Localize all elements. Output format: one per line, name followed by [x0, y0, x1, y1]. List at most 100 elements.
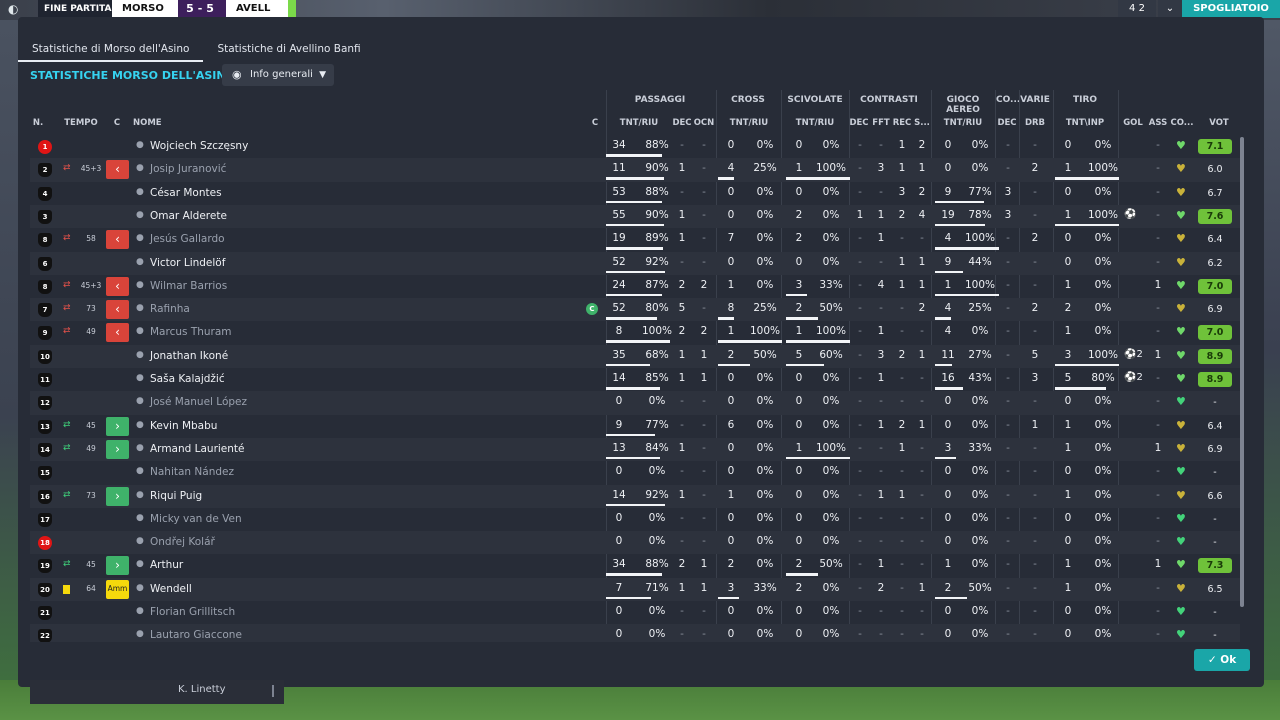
player-name[interactable]: Omar Alderete: [150, 210, 227, 222]
player-info-icon[interactable]: ●: [136, 187, 144, 197]
table-row[interactable]: 19 ⇄ 45 › ● Arthur 34 88% 2 1 2 0% 2 50% - 1 - - 1 0% - - 1 0% 1…: [30, 554, 1240, 577]
table-row[interactable]: 7 ⇄ 73 ‹ ● Rafinha C 52 80% 5 - 8 25% 2 50% - - - 2 4 25% - 2 2…: [30, 298, 1240, 322]
table-row[interactable]: 8 ⇄ 58 ‹ ● Jesús Gallardo 19 89% 1 - 7 0% 2 0% - 1 - - 4 10…: [30, 228, 1240, 251]
sub-in-badge: ›: [106, 556, 129, 576]
bottom-strip-handle[interactable]: [272, 685, 274, 697]
col-header-num[interactable]: N.: [30, 118, 46, 128]
col-header-pass-dec[interactable]: DEC: [671, 118, 693, 128]
col-header-c2[interactable]: C: [588, 118, 602, 128]
col-header-scivolate-tnt[interactable]: TNT/RIU: [792, 118, 838, 128]
player-name[interactable]: Rafinha: [150, 303, 190, 315]
player-info-icon[interactable]: ●: [136, 466, 144, 476]
player-name[interactable]: Wojciech Szczęsny: [150, 140, 248, 152]
player-info-icon[interactable]: ●: [136, 257, 144, 267]
player-info-icon[interactable]: ●: [136, 629, 144, 639]
col-header-gol[interactable]: GOL: [1122, 118, 1144, 128]
table-row[interactable]: 4 ● César Montes 53 88% - -0 0% 0 0% - -3 2 9 77% 3-0 0%…: [30, 182, 1240, 205]
player-name[interactable]: José Manuel López: [150, 396, 247, 408]
tab-away-stats[interactable]: Statistiche di Avellino Banfi: [203, 36, 374, 62]
player-info-icon[interactable]: ●: [136, 396, 144, 406]
col-header-contrasti-fft[interactable]: FFT: [870, 118, 892, 128]
col-header-pass-ocn[interactable]: OCN: [692, 118, 716, 128]
player-name[interactable]: Marcus Thuram: [150, 326, 232, 338]
table-row[interactable]: 6 ● Victor Lindelöf 52 92% - -0 0% 0 0% - -1 1 9 44% - -…: [30, 251, 1240, 275]
player-info-icon[interactable]: ●: [136, 490, 144, 500]
col-header-varie-drb[interactable]: DRB: [1022, 118, 1048, 128]
table-row[interactable]: 18 ● Ondřej Kolář 0 0% - - 0 0% 0 0% - - - - 0 0% - - 0 0% - ♥…: [30, 531, 1240, 555]
player-name[interactable]: Florian Grillitsch: [150, 606, 235, 618]
player-name[interactable]: Nahitan Nández: [150, 466, 234, 478]
col-header-contrasti-dec[interactable]: DEC: [848, 118, 870, 128]
table-row[interactable]: 17 ● Micky van de Ven 0 0% - - 0 0% 0 0% - - - - 0 0% - - 0…: [30, 508, 1240, 531]
table-row[interactable]: 3 ● Omar Alderete 55 90% 1-0 0% 2 0% 1 1 2 4 19 78% 3-1…: [30, 204, 1240, 229]
table-row[interactable]: 11 ● Saša Kalajdžić 14 85% 1 1 0 0% 0 0% -1- -16 43% -…: [30, 368, 1240, 391]
table-row[interactable]: 8 ⇄ 45+3 ‹ ● Wilmar Barrios 24 87% 2 2 1 0% 3 33% -4 1 1…: [30, 275, 1240, 298]
col-header-nome[interactable]: NOME: [133, 118, 163, 128]
table-row[interactable]: 22 ● Lautaro Giaccone 0 0% - - 0 0% 0 0% - - - - 0 0% - - 0…: [30, 624, 1240, 642]
player-info-icon[interactable]: ●: [136, 583, 144, 593]
table-row[interactable]: 13 ⇄ 45 › ● Kevin Mbabu 9 77% - -6 0% 0 0% -1 2 1 0 0% -1 1…: [30, 415, 1240, 438]
dressing-room-button[interactable]: SPOGLIATOIO: [1182, 0, 1280, 18]
player-name[interactable]: César Montes: [150, 187, 222, 199]
table-row[interactable]: 21 ● Florian Grillitsch 0 0% - - 0 0% 0 0% - - - - 0 0% -…: [30, 601, 1240, 624]
view-dropdown[interactable]: ◉ Info generali ▼: [222, 64, 334, 86]
table-row[interactable]: 2 ⇄ 45+3 ‹ ● Josip Juranović 11 90% 1-4 25% 1 100% -…: [30, 158, 1240, 182]
player-name[interactable]: Jesús Gallardo: [150, 233, 225, 245]
player-info-icon[interactable]: ●: [136, 420, 144, 430]
player-info-icon[interactable]: ●: [136, 443, 144, 453]
player-info-icon[interactable]: ●: [136, 559, 144, 569]
player-name[interactable]: Lautaro Giaccone: [150, 629, 242, 641]
col-header-pass-tnt[interactable]: TNT/RIU: [616, 118, 662, 128]
player-name[interactable]: Jonathan Ikoné: [150, 350, 228, 362]
table-row[interactable]: 9 ⇄ 49 ‹ ● Marcus Thuram 8 100% 2 2 1 100% 1 100% -1- -…: [30, 321, 1240, 344]
player-info-icon[interactable]: ●: [136, 233, 144, 243]
player-name[interactable]: Josip Juranović: [150, 163, 226, 175]
player-name[interactable]: Ondřej Kolář: [150, 536, 215, 548]
player-name[interactable]: Arthur: [150, 559, 183, 571]
col-header-ass[interactable]: ASS: [1147, 118, 1169, 128]
stat-cell-pocn: -: [702, 628, 706, 641]
player-name[interactable]: Wendell: [150, 583, 192, 595]
player-name[interactable]: Armand Laurienté: [150, 443, 245, 455]
player-info-icon[interactable]: ●: [136, 536, 144, 546]
col-header-cross-tnt[interactable]: TNT/RIU: [726, 118, 772, 128]
player-info-icon[interactable]: ●: [136, 303, 144, 313]
scrollbar-thumb[interactable]: [1240, 137, 1244, 607]
player-info-icon[interactable]: ●: [136, 350, 144, 360]
player-info-icon[interactable]: ●: [136, 210, 144, 220]
table-row[interactable]: 1 ● Wojciech Szczęsny 34 88% - -0 0% 0 0% - -1 2 0 0% -…: [30, 135, 1240, 158]
player-info-icon[interactable]: ●: [136, 513, 144, 523]
player-info-icon[interactable]: ●: [136, 280, 144, 290]
col-header-contrasti-rec[interactable]: REC: [891, 118, 913, 128]
player-info-icon[interactable]: ●: [136, 373, 144, 383]
table-row[interactable]: 12 ● José Manuel López 0 0% - - 0 0% 0 0% - - - - 0 0% - -…: [30, 391, 1240, 415]
player-info-icon[interactable]: ●: [136, 163, 144, 173]
col-header-c[interactable]: C: [110, 118, 124, 128]
player-name[interactable]: Kevin Mbabu: [150, 420, 217, 432]
player-name[interactable]: Victor Lindelöf: [150, 257, 225, 269]
col-header-tiro-tnt[interactable]: TNT\INP: [1062, 118, 1108, 128]
col-header-contrasti-s[interactable]: S...: [911, 118, 933, 128]
table-row[interactable]: 14 ⇄ 49 › ● Armand Laurienté 13 84% 1-0 0% 1 100% - -…: [30, 437, 1240, 462]
table-row[interactable]: 15 ● Nahitan Nández 0 0% - - 0 0% 0 0% - - - - 0 0% - - 0 0%…: [30, 461, 1240, 484]
chevron-down-icon[interactable]: ⌄: [1158, 0, 1182, 18]
col-header-aereo-tnt[interactable]: TNT/RIU: [940, 118, 986, 128]
col-header-co-dec[interactable]: DEC: [996, 118, 1018, 128]
player-name[interactable]: Wilmar Barrios: [150, 280, 227, 292]
player-name[interactable]: Saša Kalajdžić: [150, 373, 225, 385]
player-info-icon[interactable]: ●: [136, 326, 144, 336]
col-header-co[interactable]: CO...: [1170, 118, 1194, 128]
table-row[interactable]: 20 64 Amm ● Wendell 7 71% 1 1 3 33% 2 0% - 2 - 1 2 50% - - 1 0…: [30, 577, 1240, 601]
col-header-tempo[interactable]: TEMPO: [62, 118, 100, 128]
notification-count[interactable]: 4 2: [1118, 0, 1156, 18]
player-info-icon[interactable]: ●: [136, 140, 144, 150]
stat-cell-ks: -: [920, 535, 924, 548]
player-name[interactable]: Riqui Puig: [150, 490, 202, 502]
player-name[interactable]: Micky van de Ven: [150, 513, 242, 525]
tab-home-stats[interactable]: Statistiche di Morso dell'Asino: [18, 36, 204, 62]
table-row[interactable]: 10 ● Jonathan Ikoné 35 68% 1 1 2 50% 5 60% -3 2 1 11 27…: [30, 344, 1240, 368]
player-info-icon[interactable]: ●: [136, 606, 144, 616]
table-row[interactable]: 16 ⇄ 73 › ● Riqui Puig 14 92% 1-1 0% 0 0% -1 1-0 0% - -1…: [30, 484, 1240, 508]
ok-button[interactable]: ✓ Ok: [1194, 649, 1250, 671]
col-header-vot[interactable]: VOT: [1208, 118, 1230, 128]
